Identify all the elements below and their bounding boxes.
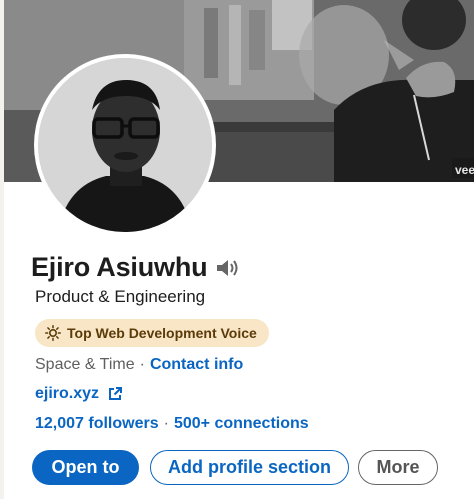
profile-headline: Product & Engineering	[35, 287, 206, 306]
avatar-frame[interactable]	[34, 54, 216, 236]
location: Space & Time	[35, 356, 135, 373]
svg-text:vee: vee	[455, 163, 474, 177]
voice-badge[interactable]: Top Web Development Voice	[35, 319, 269, 347]
speaker-icon[interactable]	[215, 257, 241, 279]
profile-name: Ejiro Asiuwhu	[31, 252, 208, 282]
connections-link[interactable]: 500+ connections	[174, 415, 309, 433]
open-to-button[interactable]: Open to	[32, 450, 139, 485]
add-profile-section-button[interactable]: Add profile section	[150, 450, 349, 485]
name-row: Ejiro Asiuwhu	[31, 252, 241, 283]
voice-badge-label: Top Web Development Voice	[67, 325, 257, 341]
external-link-icon[interactable]	[107, 386, 123, 402]
location-row: Space & Time · Contact info	[35, 356, 243, 374]
separator: ·	[139, 356, 145, 373]
website-row: ejiro.xyz	[35, 385, 123, 403]
contact-info-link[interactable]: Contact info	[150, 356, 243, 374]
stats-row: 12,007 followers · 500+ connections	[35, 415, 309, 433]
sun-icon	[45, 325, 61, 341]
website-link[interactable]: ejiro.xyz	[35, 385, 99, 403]
profile-card: vee Ejiro Asiuwhu Product & Engineering …	[4, 0, 474, 499]
separator: ·	[163, 415, 169, 432]
more-button[interactable]: More	[358, 450, 438, 485]
followers-link[interactable]: 12,007 followers	[35, 415, 159, 433]
avatar-portrait	[38, 58, 212, 232]
avatar[interactable]	[38, 58, 212, 232]
